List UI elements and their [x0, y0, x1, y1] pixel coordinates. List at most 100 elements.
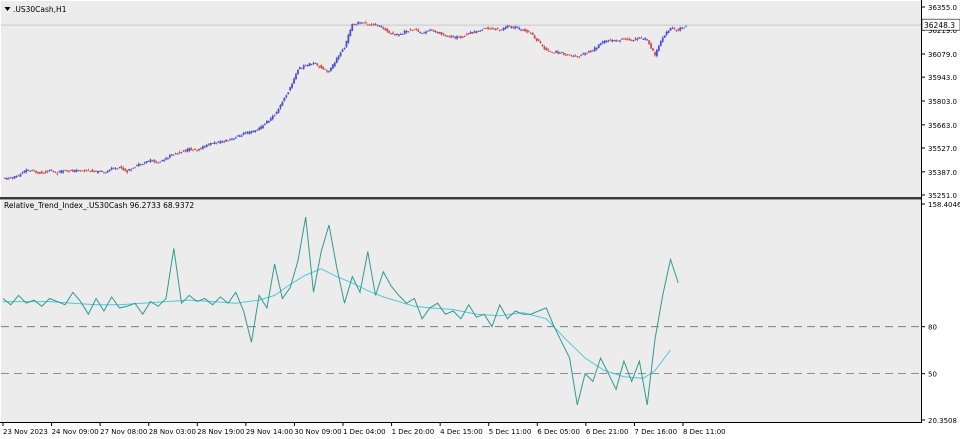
candle-body [372, 24, 375, 26]
candle-body [345, 40, 348, 47]
candle-body [516, 27, 519, 28]
candle-body [75, 170, 78, 172]
candle-body [341, 49, 344, 52]
candle-body [648, 40, 651, 45]
candle-body [394, 34, 396, 35]
candle-body [71, 169, 74, 172]
candle-body [126, 170, 129, 173]
indicator-tick-label: 158.4046 [928, 201, 960, 209]
candle-body [386, 28, 389, 32]
candle-body [182, 150, 185, 152]
candle-body [440, 32, 443, 35]
candle-body [231, 138, 233, 140]
candle-body [89, 171, 92, 173]
time-tick-label: 1 Dec 04:00 [343, 428, 386, 436]
candle-body [13, 176, 16, 179]
time-tick-label: 4 Dec 15:00 [440, 428, 483, 436]
panel-separator[interactable] [0, 197, 922, 200]
candle-body [415, 28, 418, 30]
candle-body [525, 30, 528, 33]
candle-body [300, 68, 303, 70]
candle-body [5, 177, 8, 180]
candle-body [661, 37, 664, 42]
candle-body [93, 171, 96, 172]
candle-body [390, 33, 392, 34]
candle-body [545, 47, 548, 51]
candle-body [145, 161, 148, 163]
candle-body [654, 51, 656, 56]
candle-body [378, 25, 381, 27]
candle-body [368, 24, 371, 26]
candle-body [475, 31, 478, 33]
candle-body [611, 39, 614, 42]
candle-body [188, 148, 191, 151]
candle-body [452, 36, 455, 38]
candle-body [363, 22, 365, 24]
candle-body [673, 28, 676, 30]
candle-body [339, 52, 342, 57]
candle-body [428, 30, 431, 32]
candle-body [70, 170, 72, 171]
candle-body [520, 29, 522, 31]
candle-body [669, 28, 672, 31]
candle-body [221, 141, 224, 143]
candle-body [229, 139, 231, 141]
candle-body [163, 160, 165, 162]
candle-body [174, 153, 177, 155]
candle-body [351, 23, 354, 31]
candle-body [134, 166, 136, 168]
candle-body [508, 25, 511, 27]
candle-body [376, 25, 379, 27]
candle-body [11, 177, 14, 179]
time-tick-label: 28 Nov 19:00 [197, 428, 244, 436]
chart-canvas[interactable]: 36355.036219.036079.035943.035803.035663… [0, 0, 960, 439]
candle-body [498, 30, 501, 32]
candle-body [591, 50, 594, 52]
candle-body [527, 31, 530, 33]
candle-body [491, 28, 493, 30]
candle-body [314, 63, 317, 64]
candle-body [593, 47, 596, 52]
candle-body [448, 35, 451, 37]
candle-body [87, 170, 90, 171]
candle-body [349, 29, 352, 37]
candle-body [79, 170, 82, 172]
candle-body [324, 68, 326, 70]
candle-body [657, 46, 660, 51]
candle-body [496, 28, 499, 30]
candle-body [285, 95, 288, 98]
candle-body [178, 151, 181, 154]
candle-body [9, 177, 12, 179]
candle-body [267, 120, 270, 123]
candle-body [120, 166, 123, 168]
candle-body [31, 170, 34, 172]
time-tick-label: 23 Nov 2023 [3, 428, 48, 436]
candle-body [382, 27, 385, 29]
candle-body [533, 35, 536, 39]
candle-body [560, 52, 563, 54]
candle-body [15, 176, 18, 178]
candle-body [295, 74, 297, 79]
candle-body [128, 168, 131, 171]
candle-body [353, 23, 356, 25]
candle-body [407, 31, 410, 33]
candle-body [562, 52, 565, 55]
candle-body [553, 52, 555, 54]
candle-body [609, 39, 612, 41]
candle-body [603, 40, 606, 44]
candle-body [42, 173, 45, 174]
candle-body [273, 115, 276, 117]
price-panel-plot[interactable] [1, 1, 921, 197]
candle-body [374, 24, 377, 26]
candle-body [595, 47, 598, 50]
candle-body [539, 41, 542, 44]
candle-body [409, 29, 412, 31]
candle-body [572, 55, 575, 57]
candle-body [479, 30, 482, 32]
candle-body [568, 54, 571, 56]
candle-body [681, 27, 684, 29]
candle-body [630, 39, 633, 42]
candle-body [425, 31, 427, 34]
time-tick-label: 24 Nov 09:00 [52, 428, 99, 436]
candle-body [25, 169, 28, 173]
